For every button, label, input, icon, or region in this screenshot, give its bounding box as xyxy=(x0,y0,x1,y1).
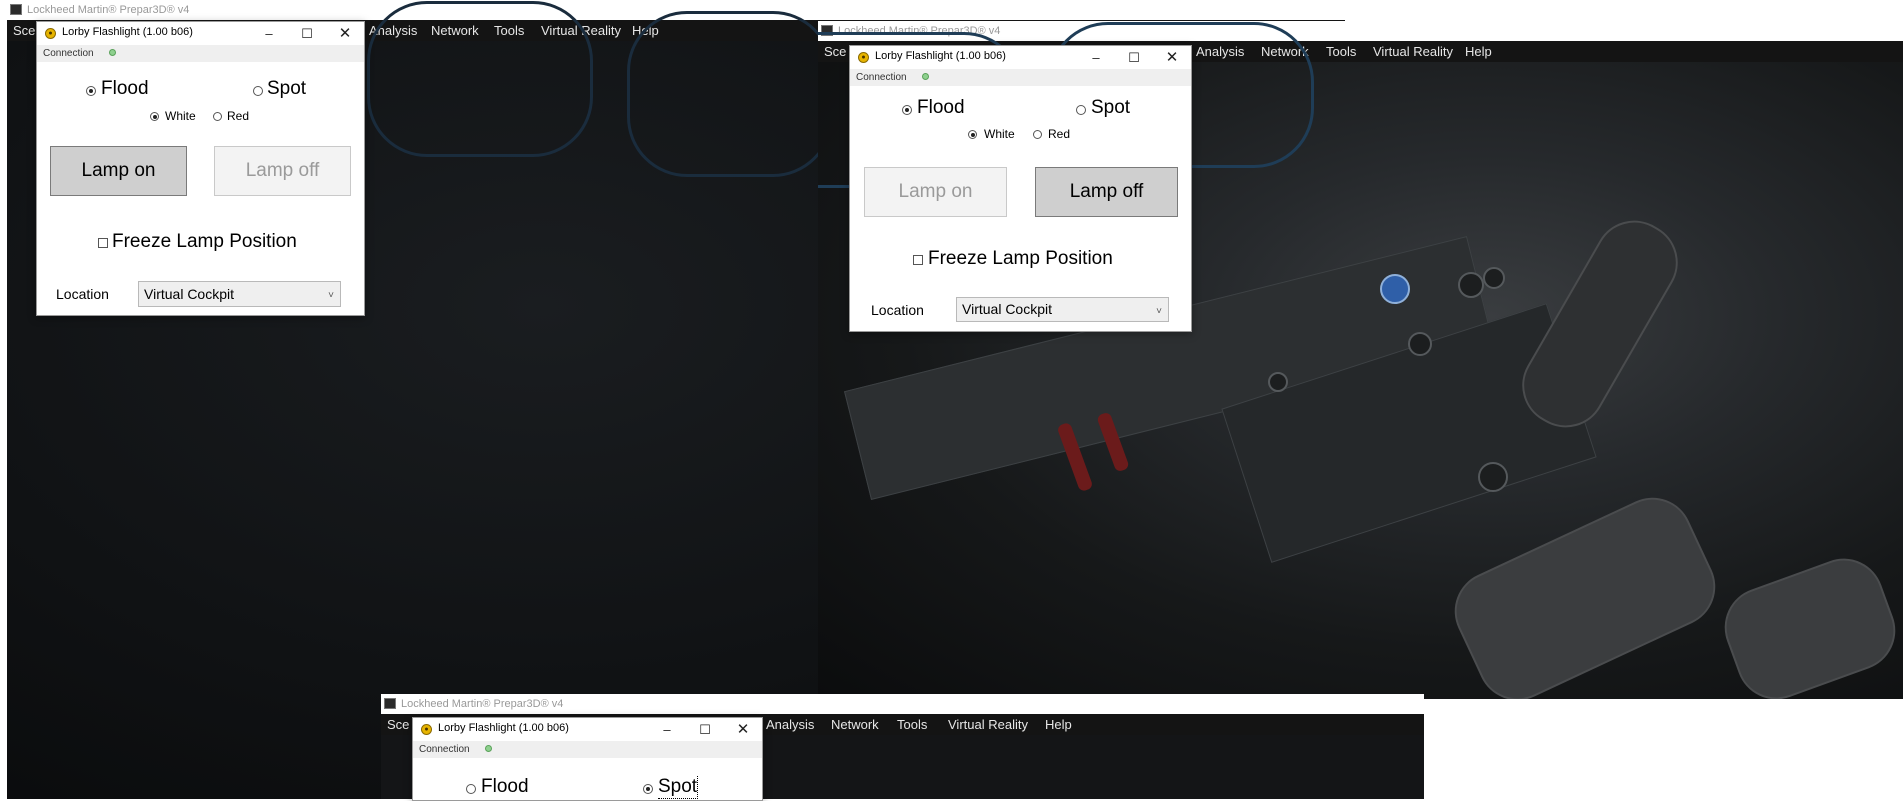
close-button[interactable]: ✕ xyxy=(326,22,364,45)
red-radio[interactable] xyxy=(1033,130,1042,139)
white-radio[interactable] xyxy=(150,112,159,121)
flashlight-dialog: ● Lorby Flashlight (1.00 b06) – ☐ ✕ Conn… xyxy=(36,21,365,316)
cockpit-window-frame xyxy=(627,11,833,177)
menu-tools[interactable]: Tools xyxy=(897,714,927,735)
menu-virtual-reality[interactable]: Virtual Reality xyxy=(1373,41,1453,62)
flood-radio[interactable] xyxy=(466,784,476,794)
connection-label: Connection xyxy=(419,744,470,755)
knob-icon xyxy=(1458,272,1484,298)
maximize-button[interactable]: ☐ xyxy=(1115,46,1153,69)
red-label: Red xyxy=(1048,127,1071,141)
connection-status-icon xyxy=(922,73,929,80)
location-value: Virtual Cockpit xyxy=(144,286,235,302)
close-button[interactable]: ✕ xyxy=(1153,46,1191,69)
lamp-off-button[interactable]: Lamp off xyxy=(214,146,351,196)
flashlight-dialog: ● Lorby Flashlight (1.00 b06) – ☐ ✕ Conn… xyxy=(849,45,1192,332)
seat-cushion xyxy=(1713,547,1903,699)
knob-icon xyxy=(1483,267,1505,289)
menu-help[interactable]: Help xyxy=(1465,41,1492,62)
white-radio[interactable] xyxy=(968,130,977,139)
dialog-title: Lorby Flashlight (1.00 b06) xyxy=(875,50,1006,62)
lamp-on-button[interactable]: Lamp on xyxy=(50,146,187,196)
connection-status-icon xyxy=(109,49,116,56)
spot-label: Spot xyxy=(658,776,699,799)
menu-analysis[interactable]: Analysis xyxy=(766,714,814,735)
maximize-button[interactable]: ☐ xyxy=(686,718,724,741)
location-select[interactable]: Virtual Cockpit ˅ xyxy=(138,281,341,307)
white-label: White xyxy=(984,127,1015,141)
freeze-label: Freeze Lamp Position xyxy=(112,231,297,252)
chevron-down-icon: ˅ xyxy=(1156,306,1162,317)
p3d-titlebar: Lockheed Martin® Prepar3D® v4 xyxy=(381,694,1424,714)
minimize-button[interactable]: – xyxy=(250,22,288,45)
connection-label: Connection xyxy=(43,48,94,59)
red-radio[interactable] xyxy=(213,112,222,121)
minimize-button[interactable]: – xyxy=(648,718,686,741)
spot-radio[interactable] xyxy=(1076,105,1086,115)
p3d-app-icon xyxy=(384,698,396,709)
knob-icon xyxy=(1408,332,1432,356)
flashlight-app-icon: ● xyxy=(858,52,869,63)
location-label: Location xyxy=(871,302,924,318)
dialog-titlebar[interactable]: ● Lorby Flashlight (1.00 b06) – ☐ ✕ xyxy=(850,46,1191,69)
location-select[interactable]: Virtual Cockpit ˅ xyxy=(956,297,1169,322)
cockpit-window-frame xyxy=(367,1,593,157)
dialog-title: Lorby Flashlight (1.00 b06) xyxy=(62,26,193,38)
dialog-title: Lorby Flashlight (1.00 b06) xyxy=(438,722,569,734)
dialog-titlebar[interactable]: ● Lorby Flashlight (1.00 b06) – ☐ ✕ xyxy=(413,718,762,741)
lamp-on-button[interactable]: Lamp on xyxy=(864,167,1007,217)
connection-bar: Connection xyxy=(413,741,762,758)
menu-virtual-reality[interactable]: Virtual Reality xyxy=(948,714,1028,735)
freeze-label: Freeze Lamp Position xyxy=(928,248,1113,269)
maximize-button[interactable]: ☐ xyxy=(288,22,326,45)
spot-radio[interactable] xyxy=(253,86,263,96)
freeze-checkbox[interactable] xyxy=(913,255,923,265)
spot-label: Spot xyxy=(1091,97,1131,118)
white-label: White xyxy=(165,109,196,123)
minimize-button[interactable]: – xyxy=(1077,46,1115,69)
connection-status-icon xyxy=(485,745,492,752)
spot-radio[interactable] xyxy=(643,784,653,794)
dialog-titlebar[interactable]: ● Lorby Flashlight (1.00 b06) – ☐ ✕ xyxy=(37,22,364,45)
seat-cushion xyxy=(1441,484,1729,699)
p3d-title-text: Lockheed Martin® Prepar3D® v4 xyxy=(27,4,190,16)
location-label: Location xyxy=(56,286,109,302)
menu-scenario[interactable]: Sce xyxy=(387,714,409,735)
knob-icon xyxy=(1478,462,1508,492)
flood-radio[interactable] xyxy=(902,105,912,115)
knob-icon xyxy=(1268,372,1288,392)
menu-tools[interactable]: Tools xyxy=(1326,41,1356,62)
close-button[interactable]: ✕ xyxy=(724,718,762,741)
flashlight-app-icon: ● xyxy=(45,28,56,39)
chevron-down-icon: ˅ xyxy=(328,290,334,301)
connection-bar: Connection xyxy=(37,45,364,62)
flood-label: Flood xyxy=(101,78,149,99)
ge-badge-icon xyxy=(1380,274,1410,304)
location-value: Virtual Cockpit xyxy=(962,301,1053,317)
p3d-title-text: Lockheed Martin® Prepar3D® v4 xyxy=(401,698,564,710)
menu-scenario[interactable]: Sce xyxy=(13,20,35,41)
red-label: Red xyxy=(227,109,250,123)
flashlight-dialog: ● Lorby Flashlight (1.00 b06) – ☐ ✕ Conn… xyxy=(412,717,763,801)
flood-label: Flood xyxy=(917,97,965,118)
freeze-checkbox[interactable] xyxy=(98,238,108,248)
lamp-off-button[interactable]: Lamp off xyxy=(1035,167,1178,217)
flood-label: Flood xyxy=(481,776,529,797)
connection-label: Connection xyxy=(856,72,907,83)
flashlight-app-icon: ● xyxy=(421,724,432,735)
flood-radio[interactable] xyxy=(86,86,96,96)
menu-help[interactable]: Help xyxy=(1045,714,1072,735)
p3d-app-icon xyxy=(10,4,22,15)
menu-network[interactable]: Network xyxy=(831,714,879,735)
connection-bar: Connection xyxy=(850,69,1191,86)
spot-label: Spot xyxy=(267,78,307,99)
